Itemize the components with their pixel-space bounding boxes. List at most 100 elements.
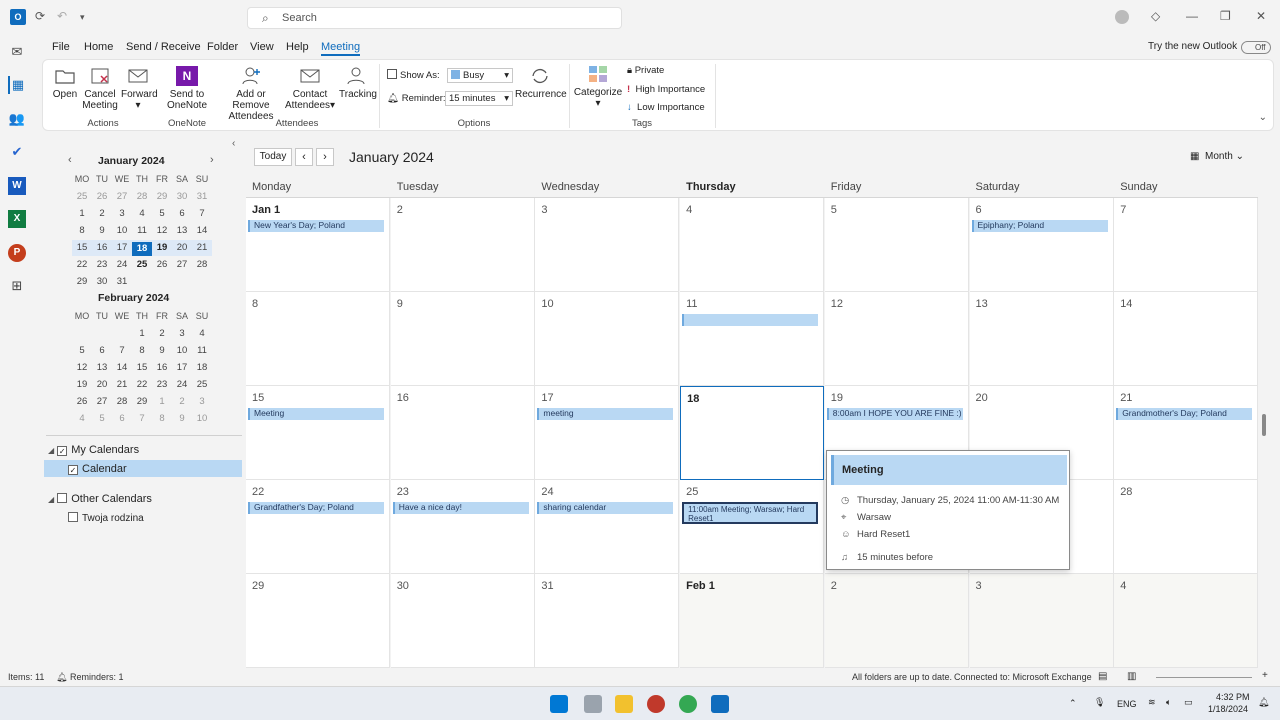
day-cell[interactable]: 16: [390, 386, 535, 480]
mini-day[interactable]: 20: [92, 379, 112, 390]
task-view-icon[interactable]: [584, 695, 602, 713]
show-as-select[interactable]: Busy ▾: [447, 68, 513, 83]
mini-day[interactable]: 18: [132, 242, 152, 256]
windows-start-icon[interactable]: [550, 695, 568, 713]
menu-home[interactable]: Home: [84, 41, 113, 53]
day-cell[interactable]: 29: [246, 574, 390, 668]
mini-day[interactable]: 1: [132, 328, 152, 339]
mini-day[interactable]: 9: [152, 345, 172, 356]
day-cell[interactable]: 2: [390, 198, 535, 292]
calendar-scrollbar[interactable]: [1260, 182, 1270, 662]
day-cell[interactable]: 24 sharing calendar: [535, 480, 680, 574]
tray-chevron-icon[interactable]: ⌃: [1069, 698, 1077, 709]
mini-day[interactable]: 2: [172, 396, 192, 407]
mini-day[interactable]: 18: [192, 362, 212, 373]
menu-view[interactable]: View: [250, 41, 274, 53]
forward-button[interactable]: Forward ▾: [121, 66, 158, 111]
mini-day[interactable]: 23: [152, 379, 172, 390]
mini-day[interactable]: 14: [192, 225, 212, 236]
mini-day[interactable]: 2: [152, 328, 172, 339]
mini-day[interactable]: 29: [132, 396, 152, 407]
mini-day[interactable]: 13: [92, 362, 112, 373]
zoom-slider[interactable]: [1156, 677, 1252, 678]
calendar-event[interactable]: Have a nice day!: [392, 502, 529, 514]
menu-send-receive[interactable]: Send / Receive: [126, 41, 201, 53]
mini-day[interactable]: 24: [172, 379, 192, 390]
mini-day[interactable]: 5: [92, 413, 112, 424]
cancel-meeting-button[interactable]: Cancel Meeting: [81, 66, 119, 111]
calendar-event[interactable]: Grandfather's Day; Poland: [248, 502, 384, 514]
mini-day[interactable]: 11: [132, 225, 152, 236]
day-cell[interactable]: 3: [969, 574, 1114, 668]
day-cell[interactable]: 5: [824, 198, 969, 292]
mini-day[interactable]: 6: [172, 208, 192, 219]
calendar-folder-row[interactable]: ✓ Calendar: [68, 463, 127, 475]
mini-day[interactable]: 1: [152, 396, 172, 407]
mini-day[interactable]: 22: [132, 379, 152, 390]
collapse-pane-icon[interactable]: ‹: [232, 138, 235, 149]
tracking-button[interactable]: Tracking: [339, 66, 377, 100]
calendar-event[interactable]: New Year's Day; Poland: [248, 220, 384, 232]
menu-folder[interactable]: Folder: [207, 41, 238, 53]
mini-day[interactable]: 3: [192, 396, 212, 407]
mini-day[interactable]: 3: [172, 328, 192, 339]
next-month-icon[interactable]: ›: [210, 154, 214, 166]
clock-time[interactable]: 4:32 PM: [1216, 692, 1250, 702]
prev-month-button[interactable]: ‹: [295, 148, 313, 166]
calendar-event[interactable]: [682, 314, 819, 326]
mini-day[interactable]: 8: [152, 413, 172, 424]
day-cell[interactable]: 4: [1114, 574, 1259, 668]
expand-icon[interactable]: ◢: [48, 446, 54, 455]
other-calendars-group[interactable]: ◢ Other Calendars: [48, 493, 152, 505]
mini-day[interactable]: 15: [132, 362, 152, 373]
day-cell[interactable]: 13: [969, 292, 1114, 386]
battery-icon[interactable]: ▭: [1184, 697, 1193, 708]
mini-day[interactable]: 19: [152, 242, 172, 253]
reminder-select[interactable]: 15 minutes ▾: [445, 91, 513, 106]
mini-day[interactable]: 16: [152, 362, 172, 373]
mini-day[interactable]: 31: [192, 191, 212, 202]
send-to-onenote-button[interactable]: N Send to OneNote: [167, 66, 207, 111]
mini-day[interactable]: 6: [92, 345, 112, 356]
mini-day[interactable]: 16: [92, 242, 112, 253]
mini-day[interactable]: 25: [192, 379, 212, 390]
expand-icon[interactable]: ◢: [48, 495, 54, 504]
day-cell[interactable]: 9: [390, 292, 535, 386]
try-new-outlook-toggle[interactable]: Off: [1241, 41, 1271, 54]
mini-day[interactable]: 25: [72, 191, 92, 202]
chrome-icon[interactable]: [679, 695, 697, 713]
day-cell[interactable]: 7: [1114, 198, 1259, 292]
file-explorer-icon[interactable]: [615, 695, 633, 713]
mini-day[interactable]: 9: [92, 225, 112, 236]
calendar-checkbox[interactable]: ✓: [68, 465, 78, 475]
mini-day[interactable]: 2: [92, 208, 112, 219]
calendar-event[interactable]: sharing calendar: [537, 502, 674, 514]
mini-day[interactable]: 27: [112, 191, 132, 202]
restore-icon[interactable]: ❐: [1220, 9, 1231, 23]
mini-day[interactable]: 27: [92, 396, 112, 407]
today-button[interactable]: Today: [254, 148, 292, 166]
mini-day[interactable]: 4: [72, 413, 92, 424]
mini-day[interactable]: 21: [192, 242, 212, 253]
mini-day[interactable]: 11: [192, 345, 212, 356]
forward-dropdown-icon[interactable]: ▾: [135, 100, 140, 111]
people-icon[interactable]: 👥: [8, 110, 26, 128]
day-cell[interactable]: 8: [246, 292, 390, 386]
mini-day[interactable]: 30: [92, 276, 112, 287]
mail-icon[interactable]: ✉: [8, 43, 26, 61]
outlook-taskbar-icon[interactable]: [711, 695, 729, 713]
zoom-in-icon[interactable]: +: [1262, 670, 1268, 681]
day-cell[interactable]: Jan 1 New Year's Day; Poland: [246, 198, 390, 292]
menu-help[interactable]: Help: [286, 41, 309, 53]
app-icon[interactable]: [647, 695, 665, 713]
mini-day[interactable]: 22: [72, 259, 92, 270]
volume-icon[interactable]: 🔈︎: [1166, 697, 1171, 708]
mini-day[interactable]: 28: [132, 191, 152, 202]
day-cell[interactable]: 4: [680, 198, 825, 292]
day-cell[interactable]: 15 Meeting: [246, 386, 390, 480]
other-calendars-checkbox[interactable]: [57, 493, 68, 503]
mini-day[interactable]: 9: [172, 413, 192, 424]
mini-day[interactable]: 12: [72, 362, 92, 373]
twoja-rodzina-checkbox[interactable]: [68, 512, 78, 522]
mini-day[interactable]: 28: [192, 259, 212, 270]
